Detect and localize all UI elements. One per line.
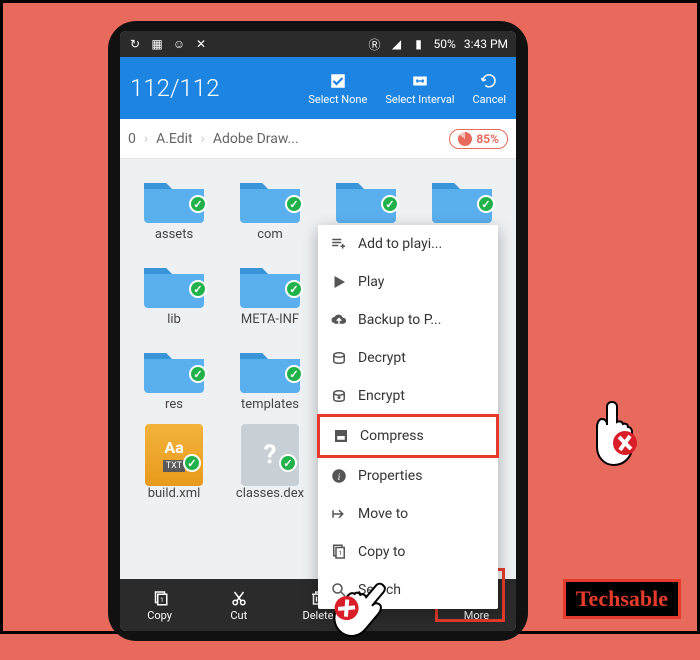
breadcrumb[interactable]: 0 › A.Edit › Adobe Draw... 85% — [120, 119, 516, 159]
battery-icon: ▮ — [412, 37, 426, 51]
select-interval-button[interactable]: Select Interval — [385, 71, 454, 106]
crumb-2[interactable]: Adobe Draw... — [213, 131, 299, 147]
chevron-right-icon: › — [140, 131, 152, 147]
play-icon — [330, 273, 348, 291]
clock: 3:43 PM — [464, 37, 508, 51]
lock-icon — [330, 387, 348, 405]
txt-file-icon: AaTXT — [145, 424, 203, 486]
crumb-1[interactable]: A.Edit — [156, 131, 193, 147]
playlist-add-icon — [330, 235, 348, 253]
menu-properties[interactable]: iProperties — [318, 457, 498, 495]
status-bar: ↻ ▦ ☺ ✕ Ⓡ ◢ ▮ 50% 3:43 PM — [120, 31, 516, 57]
cancel-button[interactable]: Cancel — [473, 71, 506, 106]
menu-decrypt[interactable]: Decrypt — [318, 339, 498, 377]
menu-play[interactable]: Play — [318, 263, 498, 301]
svg-text:1: 1 — [338, 549, 342, 557]
pointer-hand-icon — [577, 387, 657, 467]
context-menu: Add to playi... Play Backup to P... Decr… — [318, 225, 498, 609]
chevron-right-icon: › — [197, 131, 209, 147]
move-icon — [330, 505, 348, 523]
menu-encrypt[interactable]: Encrypt — [318, 377, 498, 415]
signal-icon: ◢ — [390, 37, 404, 51]
storage-pill[interactable]: 85% — [449, 129, 508, 149]
unlock-icon — [330, 349, 348, 367]
face-icon: ☺ — [172, 37, 186, 51]
folder-item[interactable]: META-INF — [226, 254, 314, 327]
cut-button[interactable]: Cut — [199, 579, 278, 631]
missed-call-icon: ✕ — [194, 37, 208, 51]
svg-text:i: i — [338, 472, 341, 483]
folder-item[interactable]: res — [130, 339, 218, 412]
menu-backup[interactable]: Backup to P... — [318, 301, 498, 339]
select-none-button[interactable]: Select None — [308, 71, 367, 106]
checkbox-icon — [326, 71, 350, 91]
folder-item[interactable]: assets — [130, 169, 218, 242]
menu-compress[interactable]: Compress — [317, 414, 499, 458]
menu-move-to[interactable]: Move to — [318, 495, 498, 533]
file-item[interactable]: ?classes.dex — [226, 424, 314, 501]
crumb-0[interactable]: 0 — [128, 131, 136, 147]
unknown-file-icon: ? — [241, 424, 299, 486]
svg-text:1: 1 — [160, 595, 164, 603]
screen: ↻ ▦ ☺ ✕ Ⓡ ◢ ▮ 50% 3:43 PM 112/112 Select… — [120, 31, 516, 631]
interval-icon — [408, 71, 432, 91]
phone-frame: ↻ ▦ ☺ ✕ Ⓡ ◢ ▮ 50% 3:43 PM 112/112 Select… — [108, 21, 528, 641]
undo-icon — [477, 71, 501, 91]
image-icon: ▦ — [150, 37, 164, 51]
selection-count: 112/112 — [130, 74, 290, 102]
watermark-logo: Techsable — [563, 579, 681, 619]
folder-item[interactable]: lib — [130, 254, 218, 327]
file-item[interactable]: AaTXTbuild.xml — [130, 424, 218, 501]
sync-icon: ↻ — [128, 37, 142, 51]
menu-add-to-playing[interactable]: Add to playi... — [318, 225, 498, 263]
copy-button[interactable]: 1Copy — [120, 579, 199, 631]
roaming-icon: Ⓡ — [368, 37, 382, 51]
folder-item[interactable]: com — [226, 169, 314, 242]
cloud-upload-icon — [330, 311, 348, 329]
battery-pct: 50% — [434, 37, 456, 51]
info-icon: i — [330, 467, 348, 485]
pie-icon — [458, 132, 472, 146]
selection-header: 112/112 Select None Select Interval Canc… — [120, 57, 516, 119]
folder-item[interactable]: templates — [226, 339, 314, 412]
compress-icon — [332, 427, 350, 445]
